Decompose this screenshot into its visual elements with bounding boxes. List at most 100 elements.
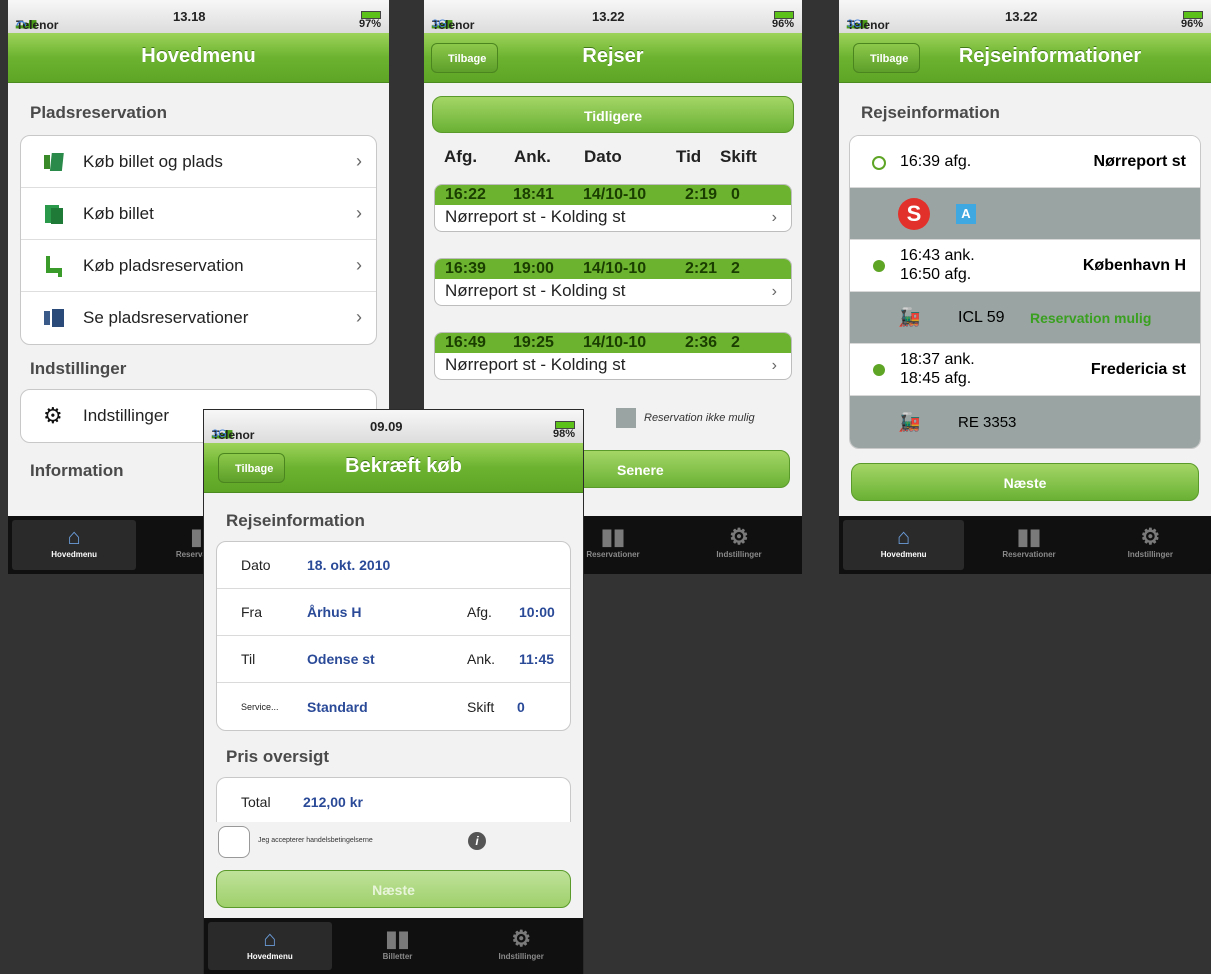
stop-dot xyxy=(872,156,886,170)
reservation-menu: Køb billet og plads › Køb billet › Køb p… xyxy=(20,135,377,345)
trip-info-table: Dato 18. okt. 2010 Fra Århus H Afg. 10:00 Ti… xyxy=(216,541,571,731)
ticket-icon xyxy=(43,203,65,225)
clock: 13.22 xyxy=(1005,9,1038,24)
menu-item-label: Køb billet xyxy=(83,203,154,223)
section-header: Indstillinger xyxy=(30,359,127,378)
page-title: Rejseinformationer xyxy=(958,45,1142,67)
trip-column-headers: Afg. Ank. Dato Tid Skift xyxy=(424,140,802,174)
header-date: Dato xyxy=(584,147,622,166)
battery: 97% xyxy=(359,9,381,30)
tab-settings[interactable]: ⚙ Indstillinger xyxy=(676,516,802,574)
reservations-icon: ▮▮ xyxy=(1016,524,1042,549)
trip-item[interactable]: 16:39 19:00 14/10-10 2:21 2 Nørreport st - K… xyxy=(434,258,792,306)
home-icon: ⌂ xyxy=(67,524,81,549)
nav-bar: Tilbage Bekræft køb xyxy=(204,443,583,493)
chevron-right-icon: › xyxy=(771,283,777,300)
trip-item[interactable]: 16:49 19:25 14/10-10 2:36 2 Nørreport st - K… xyxy=(434,332,792,380)
page-title: Hovedmenu xyxy=(141,45,256,67)
from-row: Fra Århus H Afg. 10:00 xyxy=(217,589,570,636)
nav-bar: Tilbage Rejseinformationer xyxy=(839,33,1211,83)
stop-row: 16:43 ank. 16:50 afg. København H xyxy=(850,240,1200,292)
stop-dot xyxy=(873,260,885,272)
menu-item-buy-seat-reservation[interactable]: Køb pladsreservation › xyxy=(21,240,376,292)
to-row: Til Odense st Ank. 11:45 xyxy=(217,636,570,683)
train-icon: 🚂 xyxy=(898,307,921,327)
accept-checkbox[interactable] xyxy=(218,826,250,858)
menu-item-buy-ticket[interactable]: Køb billet › xyxy=(21,188,376,240)
page-title: Bekræft køb xyxy=(345,455,462,477)
leg-row: 🚂 RE 3353 xyxy=(850,396,1200,448)
header-arr: Ank. xyxy=(514,147,551,166)
stop-dot xyxy=(873,364,885,376)
tab-bar: ⌂ Hovedmenu ▮▮ Billetter ⚙ Indstillinger xyxy=(204,918,583,974)
info-icon[interactable]: i xyxy=(468,832,486,850)
header-dep: Afg. xyxy=(444,147,478,166)
page-title: Rejser xyxy=(582,45,644,67)
stop-row: 16:39 afg. Nørreport st xyxy=(850,136,1200,188)
earlier-button[interactable]: Tidligere xyxy=(432,96,794,133)
total-row: Total 212,00 kr xyxy=(241,793,363,810)
s-train-badge: S xyxy=(898,198,930,230)
battery: 96% xyxy=(1181,9,1203,30)
menu-item-label: Se pladsreservationer xyxy=(83,308,249,327)
stop-row: 18:37 ank. 18:45 afg. Fredericia st xyxy=(850,344,1200,396)
service-row: Service... Standard Skift 0 xyxy=(241,698,525,715)
leg-row: 🚂 ICL 59 Reservation mulig xyxy=(850,292,1200,344)
home-icon: ⌂ xyxy=(897,524,911,549)
leg-row: S A xyxy=(850,188,1200,240)
menu-item-view-reservations[interactable]: Se pladsreservationer › xyxy=(21,292,376,344)
battery: 96% xyxy=(772,9,794,30)
header-changes: Skift xyxy=(720,147,757,166)
seat-icon xyxy=(43,255,65,277)
battery: 98% xyxy=(553,419,575,440)
tab-settings[interactable]: ⚙ Indstillinger xyxy=(1090,516,1211,574)
chevron-right-icon: › xyxy=(356,255,362,275)
reservations-icon xyxy=(43,307,65,329)
status-bar: ▂▄▆ Telenor DK ◠ 13.18 97% xyxy=(8,0,389,46)
chevron-right-icon: › xyxy=(356,307,362,327)
next-button[interactable]: Næste xyxy=(851,463,1199,501)
chevron-right-icon: › xyxy=(771,209,777,226)
legend-swatch xyxy=(616,408,636,428)
home-icon: ⌂ xyxy=(263,926,277,951)
next-button[interactable]: Næste xyxy=(216,870,571,908)
nav-bar: Hovedmenu xyxy=(8,33,389,83)
chevron-right-icon: › xyxy=(771,357,777,374)
tab-settings[interactable]: ⚙ Indstillinger xyxy=(459,918,583,974)
status-bar: ▂▄▆ Telenor DK 3G 13.22 96% xyxy=(424,0,802,46)
gear-icon: ⚙ xyxy=(511,926,532,951)
section-header: Pladsreservation xyxy=(30,103,168,122)
status-bar: ▂▄▆ Telenor DK 3G 09.09 98% xyxy=(204,410,583,456)
section-header: Rejseinformation xyxy=(861,103,1000,122)
gear-icon: ⚙ xyxy=(1140,524,1161,549)
trip-item[interactable]: 16:22 18:41 14/10-10 2:19 0 Nørreport st - K… xyxy=(434,184,792,232)
tab-bar: ⌂ Hovedmenu ▮▮ Reservationer ⚙ Indstillinge… xyxy=(839,516,1211,574)
menu-item-label: Køb pladsreservation xyxy=(83,255,244,275)
menu-item-buy-ticket-seat[interactable]: Køb billet og plads › xyxy=(21,136,376,188)
status-bar: ▂▄▆ Telenor DK 3G 13.22 96% xyxy=(839,0,1211,46)
legend-no-reservation: Reservation ikke mulig xyxy=(616,408,755,428)
timeline: 16:39 afg. Nørreport st S A 16:43 ank. 16… xyxy=(849,135,1201,449)
accept-label: Jeg accepterer handelsbetingelserne xyxy=(258,837,373,844)
menu-item-label: Køb billet og plads xyxy=(83,151,223,171)
menu-item-label: Indstillinger xyxy=(83,406,169,425)
tab-main-menu[interactable]: ⌂ Hovedmenu xyxy=(12,520,137,570)
tab-main-menu[interactable]: ⌂ Hovedmenu xyxy=(208,922,332,970)
section-header: Pris oversigt xyxy=(226,747,329,766)
clock: 09.09 xyxy=(370,419,403,434)
header-duration: Tid xyxy=(676,147,702,166)
tab-reservations[interactable]: ▮▮ Reservationer xyxy=(968,516,1089,574)
chevron-right-icon: › xyxy=(356,151,362,171)
clock: 13.18 xyxy=(173,9,206,24)
price-table: Total 212,00 kr xyxy=(216,777,571,825)
line-badge: A xyxy=(956,204,976,224)
train-icon: 🚂 xyxy=(898,411,921,432)
ticket-seat-icon xyxy=(43,151,65,173)
tab-main-menu[interactable]: ⌂ Hovedmenu xyxy=(843,520,965,570)
section-header: Rejseinformation xyxy=(226,511,365,530)
clock: 13.22 xyxy=(592,9,625,24)
screen-confirm-purchase: ▂▄▆ Telenor DK 3G 09.09 98% Tilbage Bekr… xyxy=(204,410,583,974)
tab-tickets[interactable]: ▮▮ Billetter xyxy=(336,918,460,974)
tickets-icon: ▮▮ xyxy=(385,926,410,951)
gear-icon: ⚙ xyxy=(729,524,749,549)
